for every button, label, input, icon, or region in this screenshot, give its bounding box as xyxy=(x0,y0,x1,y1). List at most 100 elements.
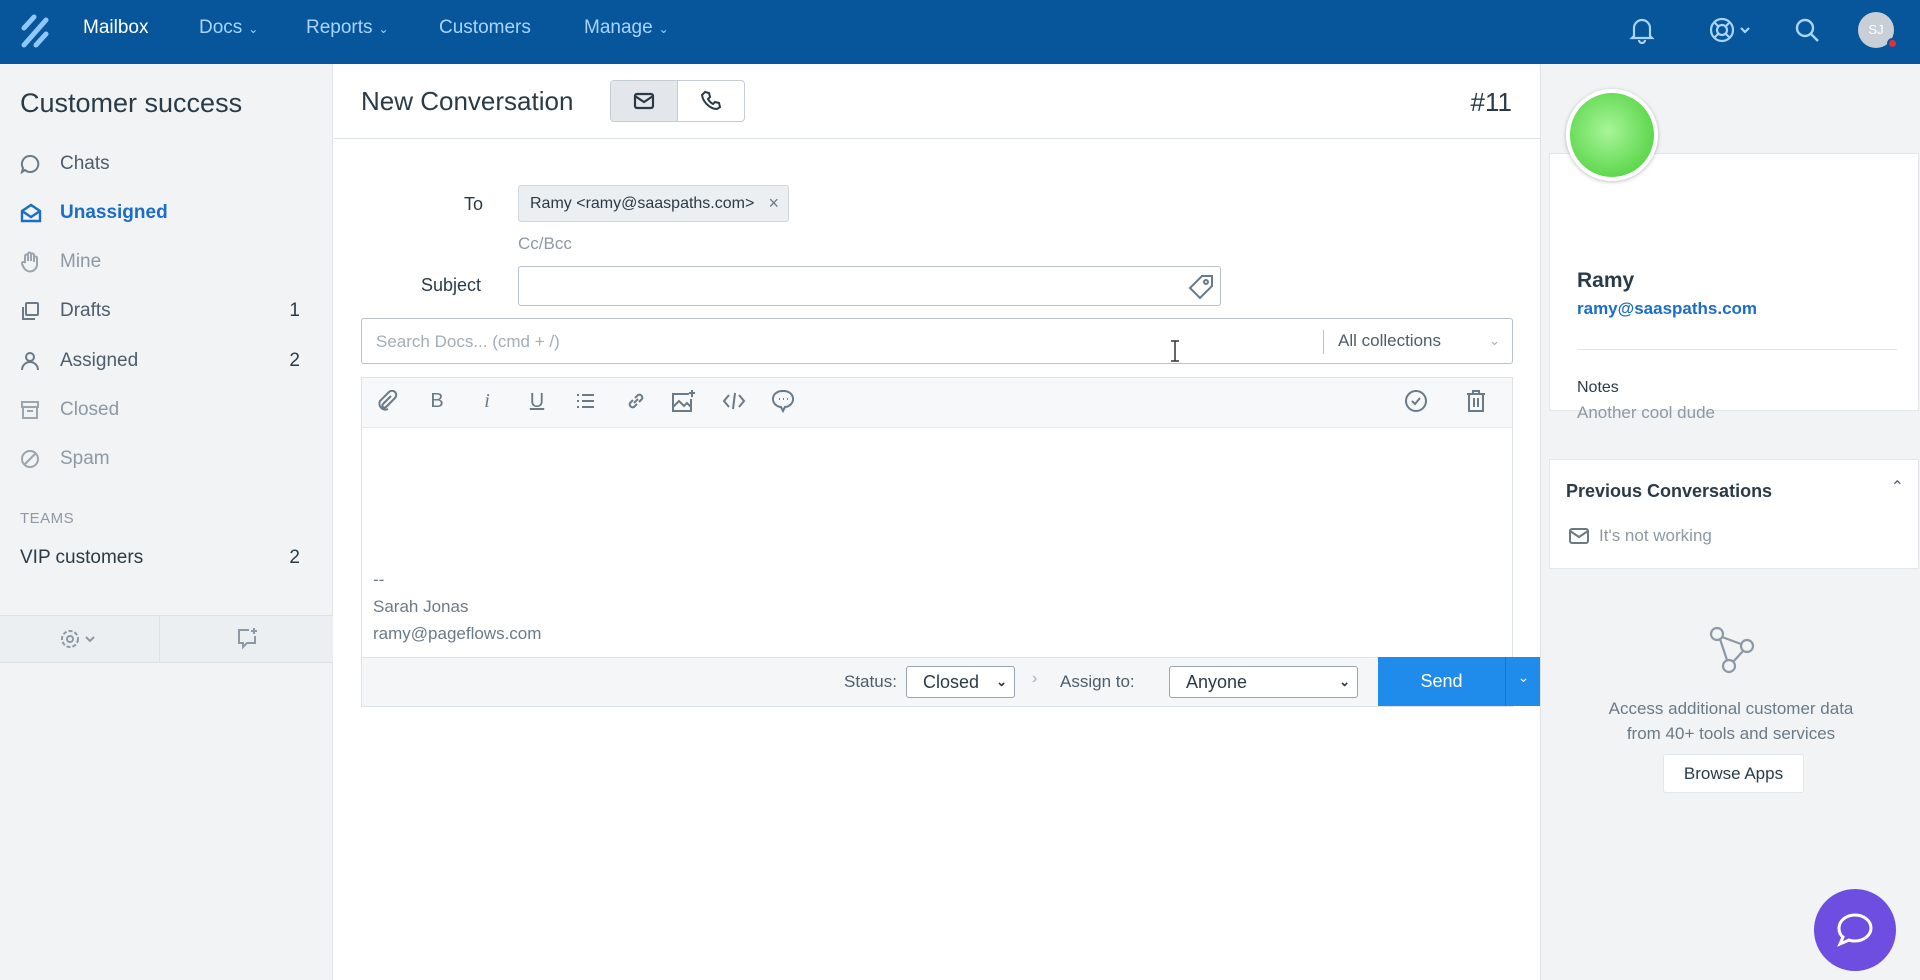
chevron-down-icon: ⌄ xyxy=(1517,669,1530,685)
sidebar-item-label: Chats xyxy=(60,153,110,174)
nav-label: Customers xyxy=(439,17,531,38)
status-label: Status: xyxy=(844,672,897,691)
sidebar: Customer success Chats Unassigned Mine D… xyxy=(0,64,333,980)
chevron-down-icon: ⌄ xyxy=(1339,674,1350,689)
signature: -- Sarah Jonas ramy@pageflows.com xyxy=(373,566,541,647)
nav-manage[interactable]: Manage ⌄ xyxy=(584,0,669,64)
logo-icon[interactable] xyxy=(20,14,50,53)
customer-avatar xyxy=(1566,89,1658,181)
collections-value: All collections xyxy=(1338,331,1441,350)
trash-icon[interactable] xyxy=(1463,388,1489,414)
bold-icon[interactable]: B xyxy=(424,388,450,414)
chat-beacon-button[interactable] xyxy=(1814,889,1896,971)
drafts-icon xyxy=(20,300,42,322)
apps-integration-icon xyxy=(1709,626,1755,674)
saved-reply-icon[interactable] xyxy=(770,388,796,414)
envelope-icon xyxy=(1569,528,1589,544)
check-circle-icon[interactable] xyxy=(1403,388,1429,414)
previous-conversations-title: Previous Conversations xyxy=(1566,481,1773,501)
code-icon[interactable] xyxy=(721,388,747,414)
browse-apps-button[interactable]: Browse Apps xyxy=(1663,754,1804,793)
hand-icon xyxy=(20,251,42,273)
conversation-pane: New Conversation #11 To Ramy <ramy@saasp… xyxy=(334,64,1541,980)
underline-icon[interactable]: U xyxy=(524,388,550,414)
search-icon[interactable] xyxy=(1789,12,1825,48)
apps-text-line: from 40+ tools and services xyxy=(1626,724,1836,743)
tag-icon[interactable] xyxy=(1188,274,1214,300)
inbox-icon xyxy=(20,202,42,224)
editor-body[interactable] xyxy=(372,518,1502,538)
conversation-subject: It's not working xyxy=(1599,526,1712,545)
sidebar-item-closed[interactable]: Closed xyxy=(20,395,300,425)
collections-select[interactable]: All collections ⌄ xyxy=(1338,319,1512,363)
nav-mailbox[interactable]: Mailbox xyxy=(83,0,148,64)
assign-value: Anyone xyxy=(1186,672,1248,692)
help-lifebuoy-icon[interactable] xyxy=(1706,12,1756,48)
archive-icon xyxy=(20,399,42,421)
sidebar-item-label: Closed xyxy=(60,399,120,420)
status-select[interactable]: Closed ⌄ xyxy=(906,666,1015,698)
recipient-chip[interactable]: Ramy <ramy@saaspaths.com> × xyxy=(518,185,789,222)
sidebar-item-mine[interactable]: Mine xyxy=(20,247,300,277)
divider xyxy=(1323,330,1324,354)
nav-label: Mailbox xyxy=(83,17,149,38)
link-icon[interactable] xyxy=(623,388,649,414)
phone-channel-button[interactable] xyxy=(678,81,744,121)
status-value: Closed xyxy=(923,672,980,692)
cc-bcc-link[interactable]: Cc/Bcc xyxy=(518,234,572,254)
nav-docs[interactable]: Docs ⌄ xyxy=(199,0,258,64)
customer-email[interactable]: ramy@saaspaths.com xyxy=(1577,299,1757,319)
previous-conversations-card: Previous Conversations ⌃ It's not workin… xyxy=(1549,459,1919,569)
subject-label: Subject xyxy=(421,275,482,295)
chat-icon xyxy=(20,153,42,175)
nav-label: Manage xyxy=(584,17,653,38)
chevron-down-icon: ⌄ xyxy=(1489,333,1500,348)
sidebar-item-spam[interactable]: Spam xyxy=(20,444,300,474)
to-label: To xyxy=(464,194,484,214)
status-dot xyxy=(1887,38,1898,49)
signature-name: Sarah Jonas xyxy=(373,597,469,616)
settings-button[interactable] xyxy=(0,616,160,662)
conversation-number: #11 xyxy=(1470,87,1512,117)
remove-recipient-icon[interactable]: × xyxy=(768,186,779,221)
nav-customers[interactable]: Customers xyxy=(439,0,531,64)
recipient-text: Ramy <ramy@saaspaths.com> xyxy=(530,195,755,212)
assign-select[interactable]: Anyone ⌄ xyxy=(1169,666,1358,698)
sidebar-item-label: Drafts xyxy=(60,300,111,321)
sidebar-item-vip-customers[interactable]: VIP customers 2 xyxy=(20,543,300,573)
docs-search-input[interactable]: Search Docs... (cmd + /) xyxy=(376,332,560,352)
nav-label: Docs xyxy=(199,17,243,38)
email-channel-button[interactable] xyxy=(611,81,678,121)
send-button[interactable]: Send xyxy=(1378,657,1505,706)
italic-icon[interactable]: i xyxy=(474,388,500,414)
customer-panel: Ramy ramy@saaspaths.com Notes Another co… xyxy=(1540,64,1920,980)
divider xyxy=(1577,349,1897,350)
sidebar-item-unassigned[interactable]: Unassigned xyxy=(20,198,300,228)
attachment-icon[interactable] xyxy=(374,388,400,414)
sidebar-item-label: VIP customers xyxy=(20,547,144,568)
insert-image-icon[interactable] xyxy=(671,388,697,414)
customer-name: Ramy xyxy=(1577,269,1635,292)
channel-toggle xyxy=(610,80,745,122)
sidebar-item-assigned[interactable]: Assigned 2 xyxy=(20,346,300,376)
sidebar-item-drafts[interactable]: Drafts 1 xyxy=(20,296,300,326)
ban-icon xyxy=(20,448,42,470)
send-options-button[interactable]: ⌄ xyxy=(1505,657,1541,706)
notes-text[interactable]: Another cool dude xyxy=(1577,403,1715,423)
nav-reports[interactable]: Reports ⌄ xyxy=(306,0,389,64)
gear-icon xyxy=(60,630,95,648)
subject-input[interactable] xyxy=(518,266,1221,306)
bell-icon[interactable] xyxy=(1624,12,1660,48)
chat-bubble-icon xyxy=(1837,913,1873,947)
chevron-down-icon: ⌄ xyxy=(378,22,389,36)
list-icon[interactable] xyxy=(573,388,599,414)
new-conversation-button[interactable] xyxy=(160,616,333,662)
sidebar-item-chats[interactable]: Chats xyxy=(20,149,300,179)
person-icon xyxy=(20,350,42,372)
previous-conversation-item[interactable]: It's not working xyxy=(1569,526,1712,546)
sidebar-item-label: Unassigned xyxy=(60,202,168,223)
sidebar-item-label: Spam xyxy=(60,448,110,469)
collapse-chevron-icon[interactable]: ⌃ xyxy=(1891,477,1904,497)
count-badge: 2 xyxy=(289,547,300,568)
nav-label: Reports xyxy=(306,17,373,38)
